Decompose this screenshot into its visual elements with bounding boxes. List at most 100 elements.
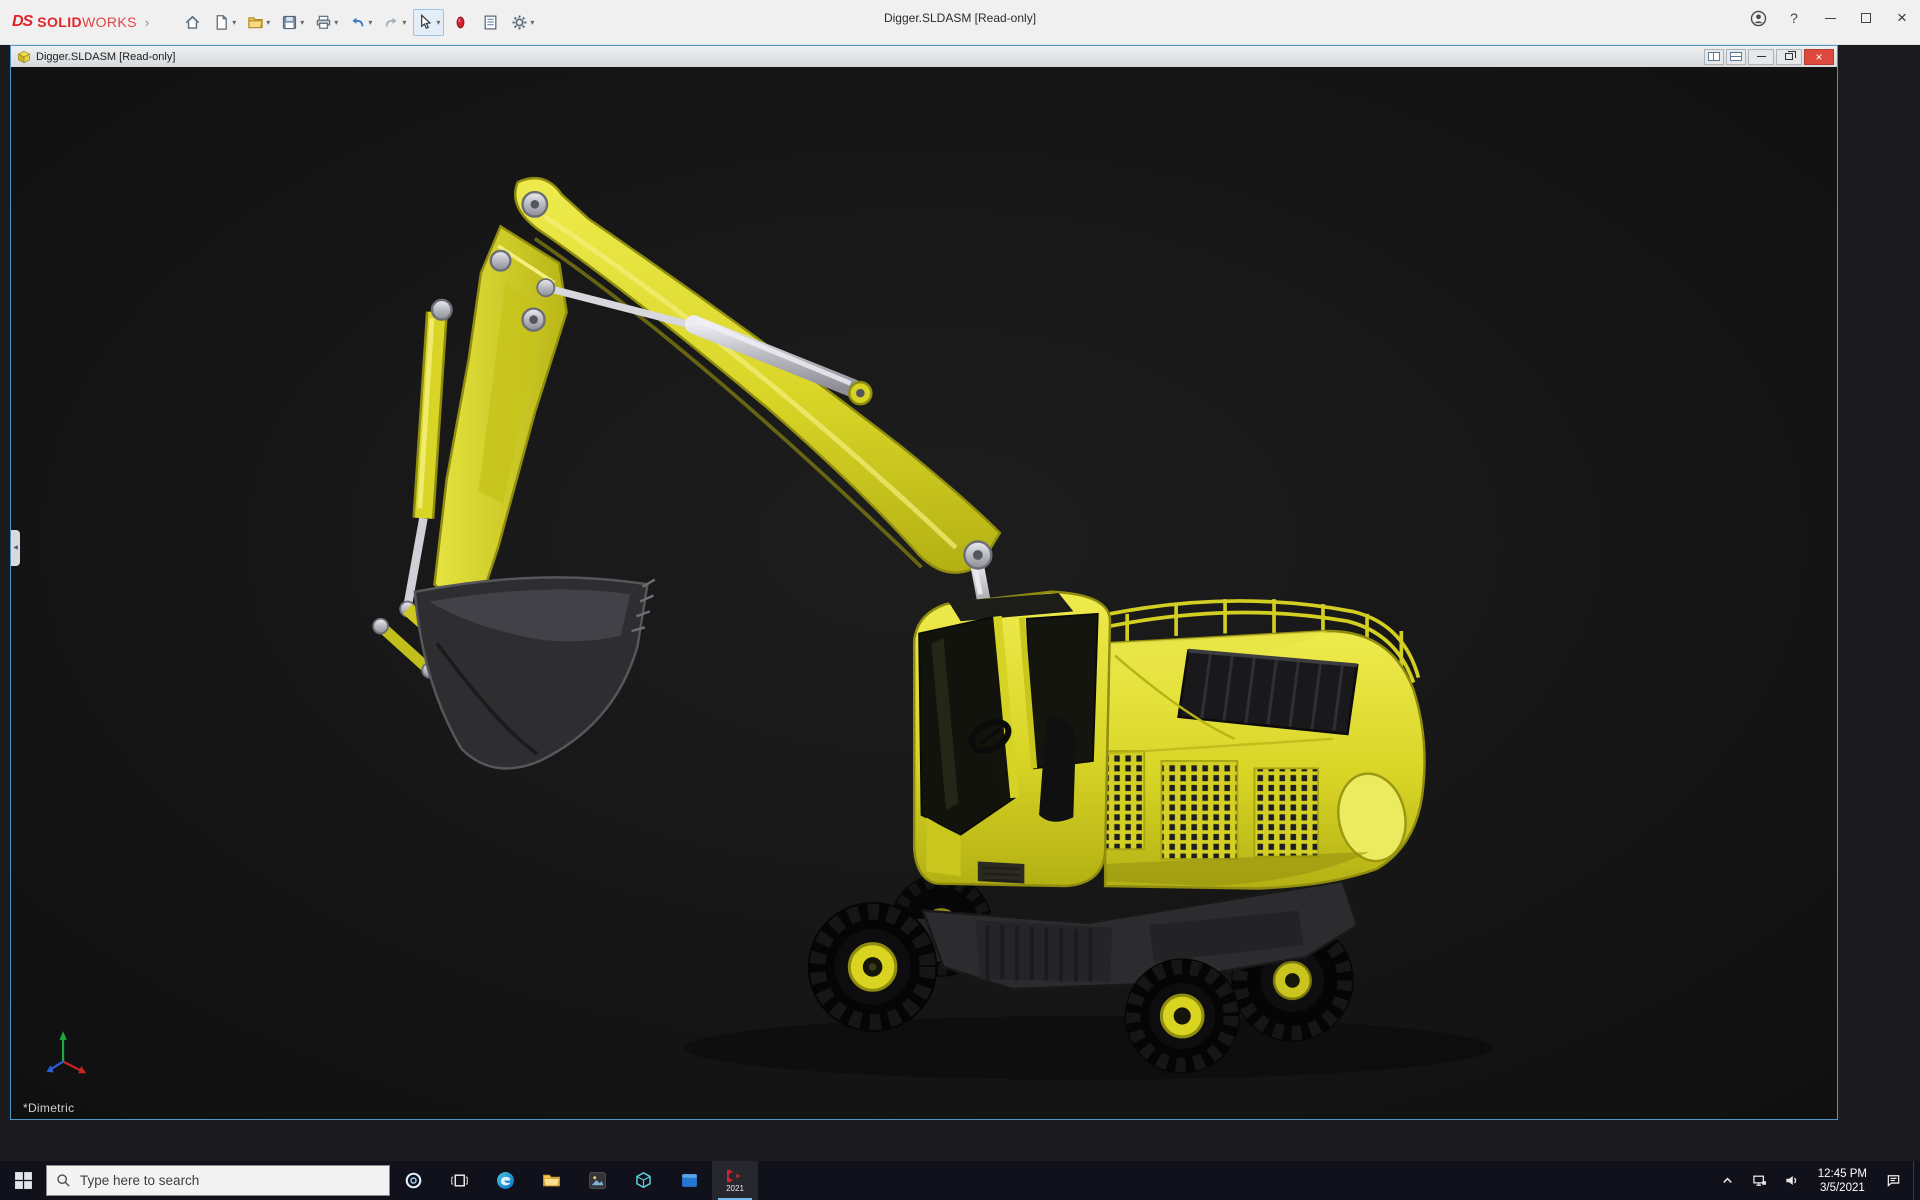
close-button[interactable]: ×: [1884, 0, 1920, 36]
brand-works-text: WORKS: [82, 14, 137, 30]
dropdown-caret-icon[interactable]: ▾: [266, 18, 270, 27]
clock-date: 3/5/2021: [1820, 1181, 1865, 1195]
save-button[interactable]: ▾: [277, 9, 308, 36]
featuremanager-collapse-tab[interactable]: ◀: [11, 530, 20, 566]
print-icon: [315, 14, 332, 31]
minimize-icon: [1825, 18, 1836, 19]
windows-logo-icon: [14, 1171, 33, 1190]
search-input[interactable]: [80, 1173, 380, 1188]
wheel-front-left: [808, 902, 938, 1032]
dropdown-caret-icon[interactable]: ▾: [334, 18, 338, 27]
upper-body: [1073, 599, 1424, 888]
edge-button[interactable]: [482, 1161, 528, 1200]
screen: DS SOLID WORKS › ▾: [0, 0, 1920, 1200]
print-button[interactable]: ▾: [311, 9, 342, 36]
task-view-icon: [450, 1171, 469, 1190]
action-center-button[interactable]: [1877, 1161, 1909, 1200]
brand-solid-text: SOLID: [37, 14, 82, 30]
task-view-button[interactable]: [436, 1161, 482, 1200]
user-account-icon: [1750, 10, 1767, 27]
account-button[interactable]: [1740, 0, 1776, 36]
hidden-icons-button[interactable]: [1712, 1161, 1744, 1200]
select-tool-button[interactable]: ▾: [413, 9, 444, 36]
app-titlebar: DS SOLID WORKS › ▾: [0, 0, 1920, 45]
file-properties-button[interactable]: [477, 9, 504, 36]
restore-icon: [1785, 53, 1793, 60]
dropdown-caret-icon[interactable]: ▾: [402, 18, 406, 27]
start-button[interactable]: [0, 1161, 46, 1200]
maximize-button[interactable]: [1848, 0, 1884, 36]
cortana-button[interactable]: [390, 1161, 436, 1200]
file-properties-icon: [482, 14, 499, 31]
desktop-app-button[interactable]: [666, 1161, 712, 1200]
volume-button[interactable]: [1776, 1161, 1808, 1200]
dropdown-caret-icon[interactable]: ▾: [368, 18, 372, 27]
taskbar: 2021 12:45 PM 3/5/2021: [0, 1161, 1920, 1200]
minimize-button[interactable]: [1812, 0, 1848, 36]
options-button[interactable]: ▾: [507, 9, 538, 36]
dropdown-caret-icon[interactable]: ▾: [300, 18, 304, 27]
brand-flyout-arrow-icon[interactable]: ›: [145, 15, 149, 30]
file-explorer-icon: [542, 1171, 561, 1190]
horizontal-pane-icon: [1730, 52, 1742, 61]
open-button[interactable]: ▾: [243, 9, 274, 36]
doc-close-button[interactable]: ×: [1804, 49, 1834, 65]
chevron-up-icon: [1720, 1173, 1735, 1188]
help-icon: ?: [1790, 10, 1798, 26]
new-document-button[interactable]: ▾: [209, 9, 240, 36]
document-title: Digger.SLDASM [Read-only]: [36, 51, 175, 63]
network-icon: [1752, 1173, 1767, 1188]
close-icon: ×: [1897, 8, 1907, 28]
media-app-icon: [588, 1171, 607, 1190]
open-folder-icon: [247, 14, 264, 31]
split-pane-icon: [1708, 52, 1720, 61]
window-title: Digger.SLDASM [Read-only]: [884, 11, 1036, 25]
undo-icon: [349, 14, 366, 31]
pane-horizontal-button[interactable]: [1726, 49, 1746, 65]
document-window: Digger.SLDASM [Read-only] ×: [10, 45, 1838, 1120]
dropdown-caret-icon[interactable]: ▾: [530, 18, 534, 27]
taskbar-clock[interactable]: 12:45 PM 3/5/2021: [1808, 1161, 1877, 1200]
dropdown-caret-icon[interactable]: ▾: [232, 18, 236, 27]
home-button[interactable]: [179, 9, 206, 36]
viewer-app-button[interactable]: [620, 1161, 666, 1200]
select-cursor-icon: [417, 14, 434, 31]
maximize-icon: [1861, 13, 1871, 23]
speaker-icon: [1784, 1173, 1799, 1188]
redo-icon: [383, 14, 400, 31]
rebuild-button[interactable]: [447, 9, 474, 36]
solidworks-logo[interactable]: DS SOLID WORKS ›: [0, 13, 157, 31]
show-desktop-button[interactable]: [1913, 1161, 1920, 1200]
document-titlebar[interactable]: Digger.SLDASM [Read-only] ×: [11, 46, 1837, 67]
doc-minimize-button[interactable]: [1748, 49, 1774, 65]
action-center-icon: [1886, 1173, 1901, 1188]
cab: [914, 592, 1110, 886]
undo-button[interactable]: ▾: [345, 9, 376, 36]
doc-restore-button[interactable]: [1776, 49, 1802, 65]
minimize-icon: [1757, 56, 1766, 57]
view-orientation-label: *Dimetric: [23, 1101, 74, 1115]
solidworks-taskbar-button[interactable]: 2021: [712, 1161, 758, 1200]
pane-single-button[interactable]: [1704, 49, 1724, 65]
file-explorer-button[interactable]: [528, 1161, 574, 1200]
close-icon: ×: [1815, 51, 1822, 63]
taskbar-search[interactable]: [46, 1165, 390, 1196]
quick-access-toolbar: ▾ ▾ ▾: [179, 9, 538, 36]
excavator-model[interactable]: [11, 67, 1837, 1119]
3d-viewer-icon: [634, 1171, 653, 1190]
graphics-viewport[interactable]: *Dimetric ◀: [11, 67, 1837, 1119]
media-app-button[interactable]: [574, 1161, 620, 1200]
edge-icon: [496, 1171, 515, 1190]
cortana-icon: [404, 1171, 423, 1190]
dassault-ds-icon: DS: [12, 13, 32, 31]
rebuild-bead-icon: [452, 14, 469, 31]
redo-button[interactable]: ▾: [379, 9, 410, 36]
dropdown-caret-icon[interactable]: ▾: [436, 18, 440, 27]
help-button[interactable]: ?: [1776, 0, 1812, 36]
options-gear-icon: [511, 14, 528, 31]
new-document-icon: [213, 14, 230, 31]
solidworks-icon: [727, 1168, 743, 1184]
network-button[interactable]: [1744, 1161, 1776, 1200]
wheel-rear-left: [1125, 958, 1240, 1073]
clock-time: 12:45 PM: [1818, 1167, 1867, 1181]
